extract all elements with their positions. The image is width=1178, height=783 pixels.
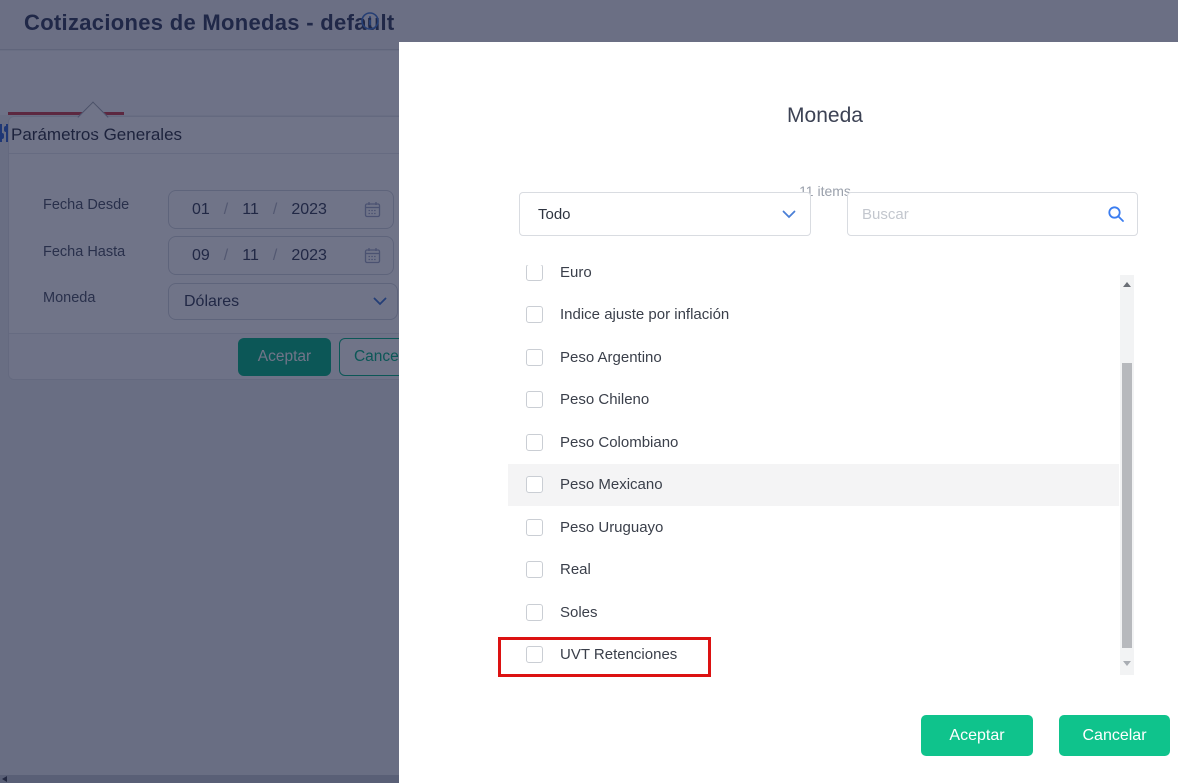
list-item-real[interactable]: Real — [508, 549, 1119, 592]
vertical-scrollbar[interactable] — [1120, 275, 1134, 675]
moneda-modal: Moneda 11 items Todo Euro Indice ajuste … — [399, 42, 1178, 783]
list-item-label: Peso Mexicano — [560, 476, 663, 494]
list-item-peso-chileno[interactable]: Peso Chileno — [508, 379, 1119, 422]
filter-dropdown-value: Todo — [538, 205, 571, 223]
list-item-label: Peso Colombiano — [560, 433, 679, 451]
modal-title: Moneda — [787, 104, 863, 127]
checkbox[interactable] — [526, 476, 543, 494]
list-item-indice[interactable]: Indice ajuste por inflación — [508, 294, 1119, 337]
checkbox[interactable] — [526, 561, 543, 579]
search-input[interactable] — [862, 205, 1107, 223]
scroll-down-arrow-icon[interactable] — [1123, 661, 1131, 666]
currency-list: Euro Indice ajuste por inflación Peso Ar… — [508, 265, 1119, 675]
scroll-up-arrow-icon[interactable] — [1123, 282, 1131, 287]
list-item-label: Peso Chileno — [560, 391, 650, 409]
checkbox[interactable] — [526, 391, 543, 409]
list-item-peso-uruguayo[interactable]: Peso Uruguayo — [508, 506, 1119, 549]
checkbox[interactable] — [526, 518, 543, 536]
scrollbar-thumb[interactable] — [1122, 363, 1132, 648]
checkbox[interactable] — [526, 646, 543, 664]
search-icon[interactable] — [1107, 205, 1125, 223]
list-item-euro[interactable]: Euro — [508, 265, 1119, 294]
list-item-peso-argentino[interactable]: Peso Argentino — [508, 336, 1119, 379]
list-item-label: Soles — [560, 603, 598, 621]
list-item-soles[interactable]: Soles — [508, 591, 1119, 634]
modal-cancel-button[interactable]: Cancelar — [1059, 715, 1170, 756]
list-item-peso-mexicano[interactable]: Peso Mexicano — [508, 463, 1119, 506]
search-box — [847, 192, 1138, 236]
checkbox[interactable] — [526, 348, 543, 366]
checkbox[interactable] — [526, 603, 543, 621]
modal-accept-button[interactable]: Aceptar — [921, 715, 1033, 756]
list-item-label: Indice ajuste por inflación — [560, 306, 730, 324]
checkbox[interactable] — [526, 433, 543, 451]
filter-dropdown[interactable]: Todo — [519, 192, 811, 236]
checkbox[interactable] — [526, 265, 543, 281]
list-item-label: Peso Uruguayo — [560, 518, 664, 536]
list-item-label: Real — [560, 561, 591, 579]
list-item-uvt-retenciones[interactable]: UVT Retenciones — [508, 634, 1119, 676]
list-item-label: UVT Retenciones — [560, 646, 678, 664]
chevron-down-icon — [782, 210, 796, 219]
checkbox[interactable] — [526, 306, 543, 324]
list-item-label: Euro — [560, 265, 592, 281]
list-item-label: Peso Argentino — [560, 348, 662, 366]
list-item-peso-colombiano[interactable]: Peso Colombiano — [508, 421, 1119, 464]
